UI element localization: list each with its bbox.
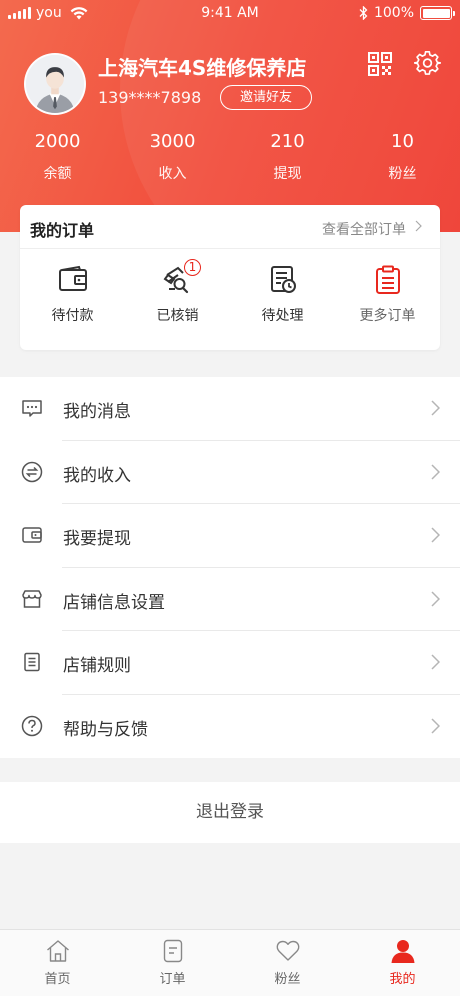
menu-label: 我要提现 [63,529,131,549]
menu-item-messages[interactable]: 我的消息 [0,377,460,441]
order-verified[interactable]: 已核销 1 [125,259,230,325]
message-icon [22,400,42,417]
stat-fans[interactable]: 10 粉丝 [345,130,460,183]
stat-value: 210 [270,131,305,152]
shop-icon [22,589,42,608]
order-pending-payment[interactable]: 待付款 [20,265,125,325]
user-icon [391,940,414,963]
menu-label: 店铺信息设置 [63,592,165,613]
more-orders-icon [375,265,400,294]
menu-label: 帮助与反馈 [63,719,148,740]
order-label: 更多订单 [359,308,416,324]
tab-label: 订单 [159,972,186,987]
rules-icon [24,652,40,672]
menu-item-shop-settings[interactable]: 店铺信息设置 [0,568,460,631]
stat-withdraw[interactable]: 210 提现 [230,130,345,183]
invite-friends-button[interactable]: 邀请好友 [220,85,312,110]
view-all-orders-link[interactable]: 查看全部订单 [322,219,406,239]
order-label: 待付款 [51,308,94,324]
status-bar: you 9:41 AM 100% [0,0,460,28]
battery-percent: 100% [373,5,414,21]
tab-fans[interactable]: 粉丝 [230,930,345,996]
phone-number: 139****7898 [98,88,202,107]
chevron-right-icon [431,590,440,607]
menu-item-income[interactable]: 我的收入 [0,441,460,504]
person-avatar-icon [26,55,84,113]
menu-label: 店铺规则 [63,656,131,676]
stat-label: 余额 [43,166,72,182]
qr-code-icon[interactable] [368,52,392,76]
stat-value: 10 [391,131,414,152]
tab-mine[interactable]: 我的 [345,930,460,996]
account-stats: 2000 余额 3000 收入 210 提现 10 粉丝 [0,130,460,183]
chevron-right-icon [431,463,440,480]
order-more[interactable]: 更多订单 [335,265,440,325]
menu-label: 我的消息 [63,402,131,422]
order-pending-process[interactable]: 待处理 [230,265,335,325]
profile-header: you 9:41 AM 100% 上海汽车4S维修保养店 139****7898… [0,0,460,232]
menu-list: 我的消息 我的收入 我要提现 店铺信息设置 店铺规则 帮助与反馈 [0,377,460,758]
chevron-right-icon [431,717,440,734]
my-orders-title: 我的订单 [30,221,95,240]
stat-value: 2000 [34,131,81,152]
heart-icon [276,940,299,961]
tab-label: 粉丝 [274,972,301,987]
bluetooth-icon [359,6,368,20]
chevron-right-icon [431,527,440,543]
wallet-icon [58,265,87,291]
stat-balance[interactable]: 2000 余额 [0,130,115,183]
order-label: 待处理 [261,308,304,324]
menu-item-help[interactable]: 帮助与反馈 [0,695,460,759]
stat-label: 提现 [273,166,302,182]
exchange-icon [21,461,43,482]
battery-icon [420,6,455,20]
unread-count-badge: 1 [184,259,201,276]
logout-button[interactable]: 退出登录 [0,782,460,843]
stat-label: 收入 [158,166,187,182]
help-icon [21,715,43,736]
tab-home[interactable]: 首页 [0,930,115,996]
tab-label: 我的 [389,972,416,987]
order-label: 已核销 [156,308,199,324]
view-all-orders-label: 查看全部订单 [322,222,406,238]
order-icon [163,939,182,963]
menu-label: 我的收入 [63,465,131,486]
my-orders-header: 我的订单 查看全部订单 [20,205,440,249]
avatar[interactable] [24,53,86,115]
shop-name: 上海汽车4S维修保养店 [98,56,307,80]
chevron-right-icon [415,220,422,232]
gear-icon[interactable] [414,50,441,77]
bottom-tab-bar: 首页 订单 粉丝 我的 [0,929,460,996]
menu-item-withdraw[interactable]: 我要提现 [0,504,460,568]
wallet-icon [22,527,42,543]
stat-income[interactable]: 3000 收入 [115,130,230,183]
home-icon [46,940,69,962]
tab-label: 首页 [44,972,71,987]
tab-orders[interactable]: 订单 [115,930,230,996]
my-orders-card: 我的订单 查看全部订单 待付款 已核销 1 待处理 更多订单 [20,205,440,350]
stat-value: 3000 [149,131,196,152]
pending-list-icon [270,266,296,293]
chevron-right-icon [431,654,440,670]
menu-item-shop-rules[interactable]: 店铺规则 [0,631,460,695]
chevron-right-icon [431,400,440,416]
stat-label: 粉丝 [388,166,417,182]
